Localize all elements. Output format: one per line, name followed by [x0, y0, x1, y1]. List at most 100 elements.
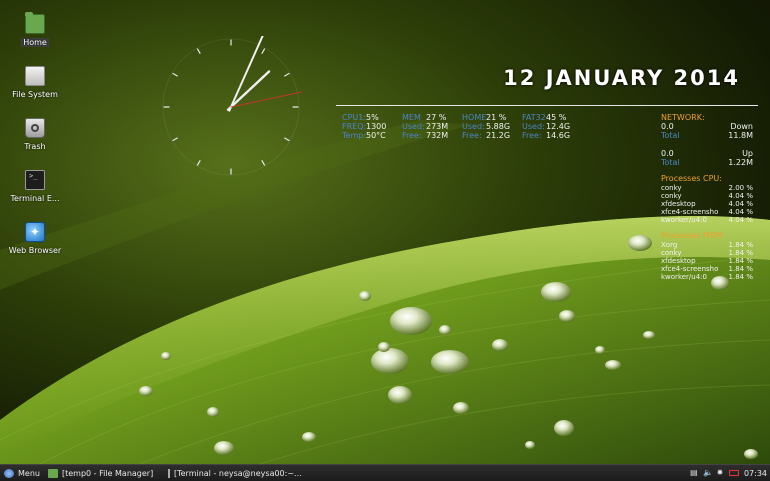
process-value: 2.00 %	[728, 184, 753, 192]
conky-cpu-stats: CPU1:5% FREQ:1300 Temp:50°C	[342, 113, 386, 140]
stat-value: 45 %	[546, 113, 567, 122]
process-row: kworker/u4:0 4.04 %	[661, 216, 753, 224]
desktop-icon-trash[interactable]: Trash	[6, 118, 64, 151]
taskbar-clock[interactable]: 07:34	[744, 469, 767, 478]
stat-value: 5.88G	[486, 122, 511, 131]
desktop-icon-label: Home	[21, 38, 49, 47]
process-row: xfdesktop 1.84 %	[661, 257, 753, 265]
process-value: 1.84 %	[728, 265, 753, 273]
process-value: 1.84 %	[728, 249, 753, 257]
terminal-icon	[167, 468, 170, 478]
stat-value: 21 %	[486, 113, 507, 122]
process-name: conky	[661, 184, 682, 192]
clock-minute-hand	[228, 36, 264, 112]
stat-key: Used:	[522, 122, 545, 131]
stat-key: FREQ:	[342, 122, 367, 131]
task-label: [Terminal - neysa@neysa00:~...	[173, 468, 302, 478]
conky-home-stats: HOME21 % Used:5.88G Free: 21.2G	[462, 113, 510, 140]
process-row: conky 2.00 %	[661, 184, 753, 192]
process-value: 1.84 %	[728, 241, 753, 249]
process-row: xfce4-screensho 4.04 %	[661, 208, 753, 216]
processes-mem-heading: Processes MEM:	[661, 231, 725, 240]
down-total-label: Total	[661, 131, 680, 140]
desktop-icon-label: Web Browser	[8, 246, 62, 255]
stat-key: CPU1:	[342, 113, 367, 122]
battery-icon[interactable]	[728, 470, 739, 476]
taskbar-task-file-manager[interactable]: [temp0 - File Manager]	[44, 466, 164, 481]
web-browser-icon: ✦	[25, 222, 45, 242]
process-value: 4.04 %	[728, 200, 753, 208]
taskbar-task-terminal[interactable]: [Terminal - neysa@neysa00:~...	[164, 466, 302, 481]
clock-tick	[284, 72, 290, 77]
clock-hour-hand	[226, 70, 271, 111]
up-rate: 0.0	[661, 149, 674, 158]
stat-value: 732M	[426, 131, 449, 140]
desktop-icon-label: Terminal E...	[10, 194, 60, 203]
clock-tick	[172, 72, 178, 77]
conky-divider	[336, 105, 758, 106]
process-row: conky 1.84 %	[661, 249, 753, 257]
settings-icon[interactable]: ✹	[716, 469, 724, 477]
process-value: 1.84 %	[728, 257, 753, 265]
network-heading: NETWORK:	[661, 113, 705, 122]
desktop-icon-home[interactable]: Home	[6, 12, 64, 47]
stat-key: MEM	[402, 113, 421, 122]
process-name: kworker/u4:0	[661, 273, 707, 281]
clock-tick	[261, 48, 266, 54]
process-value: 4.04 %	[728, 192, 753, 200]
stat-value: 27 %	[426, 113, 447, 122]
desktop-icon-label: File System	[12, 90, 58, 99]
process-row: xfce4-screensho 1.84 %	[661, 265, 753, 273]
analog-clock-widget	[162, 36, 302, 176]
stat-key: Used:	[402, 122, 425, 131]
process-name: conky	[661, 192, 682, 200]
task-label: [temp0 - File Manager]	[61, 468, 154, 478]
file-manager-icon	[47, 468, 58, 478]
desktop-icon-label: Trash	[24, 142, 46, 151]
drive-icon	[25, 66, 45, 86]
desktop-icon-web-browser[interactable]: ✦ Web Browser	[6, 222, 64, 255]
stat-value: 1300	[366, 122, 387, 131]
menu-label: Menu	[18, 468, 40, 478]
process-value: 1.84 %	[728, 273, 753, 281]
menu-button[interactable]: Menu	[0, 466, 44, 481]
clock-tick	[261, 160, 266, 166]
process-name: kworker/u4:0	[661, 216, 707, 224]
network-icon[interactable]: ▤	[690, 469, 698, 477]
desktop-icon-file-system[interactable]: File System	[6, 66, 64, 99]
process-value: 4.04 %	[728, 216, 753, 224]
stat-key: Free:	[522, 131, 542, 140]
taskbar: Menu [temp0 - File Manager] [Terminal - …	[0, 464, 770, 481]
process-name: xfdesktop	[661, 200, 696, 208]
stat-value: 14.6G	[546, 131, 571, 140]
clock-tick	[196, 160, 201, 166]
down-label: Down	[730, 122, 753, 131]
folder-home-icon	[25, 12, 45, 34]
stat-value: 21.2G	[486, 131, 511, 140]
stat-key: Free:	[402, 131, 422, 140]
process-row: conky 4.04 %	[661, 192, 753, 200]
conky-date: 12 JANUARY 2014	[503, 66, 740, 90]
trash-icon	[25, 118, 45, 138]
clock-tick	[284, 137, 290, 142]
process-name: Xorg	[661, 241, 678, 249]
process-name: conky	[661, 249, 682, 257]
up-label: Up	[742, 149, 753, 158]
volume-icon[interactable]: 🔈	[703, 469, 713, 477]
process-row: xfdesktop 4.04 %	[661, 200, 753, 208]
stat-key: FAT32	[522, 113, 546, 122]
stat-key: HOME	[462, 113, 487, 122]
stat-key: Used:	[462, 122, 485, 131]
desktop[interactable]: Home File System Trash >_ Terminal E... …	[0, 0, 770, 464]
desktop-icon-terminal[interactable]: >_ Terminal E...	[6, 170, 64, 203]
process-name: xfce4-screensho	[661, 208, 719, 216]
process-name: xfdesktop	[661, 257, 696, 265]
down-total: 11.8M	[728, 131, 753, 140]
process-row: Xorg 1.84 %	[661, 241, 753, 249]
up-total: 1.22M	[728, 158, 753, 167]
stat-key: Free:	[462, 131, 482, 140]
process-row: kworker/u4:0 1.84 %	[661, 273, 753, 281]
clock-tick	[196, 48, 201, 54]
conky-mem-stats: MEM 27 % Used:273M Free: 732M	[402, 113, 448, 140]
clock-tick	[172, 137, 178, 142]
